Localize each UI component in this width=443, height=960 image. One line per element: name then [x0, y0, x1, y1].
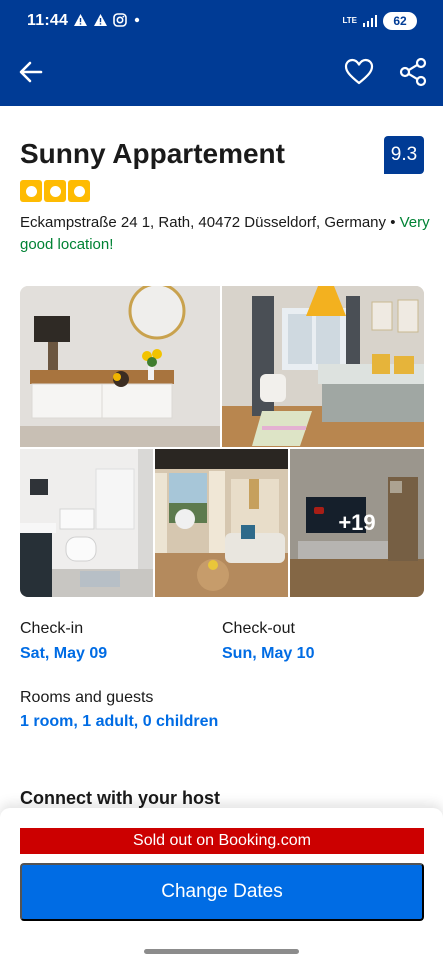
home-indicator[interactable] — [144, 949, 299, 954]
app-header: 11:44 LTE 62 — [0, 0, 443, 106]
star-rating — [20, 180, 90, 202]
signal-icon — [363, 15, 377, 27]
guests-label: Rooms and guests — [20, 689, 154, 706]
connect-host-heading: Connect with your host — [20, 788, 220, 808]
change-dates-button[interactable]: Change Dates — [20, 863, 424, 921]
guests-value[interactable]: 1 room, 1 adult, 0 children — [20, 713, 218, 731]
photo-more[interactable]: +19 — [290, 449, 424, 597]
review-score-badge[interactable]: 9.3 — [384, 136, 424, 174]
checkin-label: Check-in — [20, 620, 84, 637]
star-icon — [68, 180, 90, 202]
notification-icons — [73, 13, 142, 27]
network-type: LTE — [342, 16, 357, 25]
star-icon — [20, 180, 42, 202]
property-name: Sunny Appartement — [20, 138, 285, 169]
photo-hallway[interactable] — [20, 286, 220, 447]
warning-icon — [94, 14, 107, 26]
warning-icon — [74, 14, 87, 26]
sold-out-banner: Sold out on Booking.com — [20, 828, 424, 854]
system-indicators: LTE 62 — [342, 12, 417, 30]
photo-gallery[interactable]: +19 — [20, 286, 424, 597]
back-arrow-icon[interactable] — [16, 57, 46, 87]
photo-bedroom[interactable] — [222, 286, 424, 447]
checkout-label: Check-out — [222, 620, 295, 637]
heart-icon[interactable] — [343, 56, 375, 88]
checkin-date[interactable]: Sat, May 09 — [20, 645, 107, 663]
status-bar: 11:44 LTE 62 — [0, 0, 443, 44]
instagram-icon — [113, 13, 127, 27]
photo-bathroom[interactable] — [20, 449, 153, 597]
address-separator: • — [390, 214, 396, 231]
address-text: Eckampstraße 24 1, Rath, 40472 Düsseldor… — [20, 214, 387, 231]
status-time: 11:44 — [27, 12, 69, 29]
star-icon — [44, 180, 66, 202]
battery-indicator: 62 — [383, 12, 417, 30]
share-icon[interactable] — [397, 56, 429, 88]
photo-living-room[interactable] — [155, 449, 288, 597]
property-page: 11:44 LTE 62 Sunny Appartement 9.3 Eckam… — [0, 0, 443, 960]
bottom-action-sheet: Sold out on Booking.com Change Dates — [0, 808, 443, 960]
checkout-date[interactable]: Sun, May 10 — [222, 645, 314, 663]
property-address[interactable]: Eckampstraße 24 1, Rath, 40472 Düsseldor… — [20, 212, 430, 256]
dot-icon — [134, 17, 140, 23]
more-photos-count[interactable]: +19 — [290, 449, 424, 597]
